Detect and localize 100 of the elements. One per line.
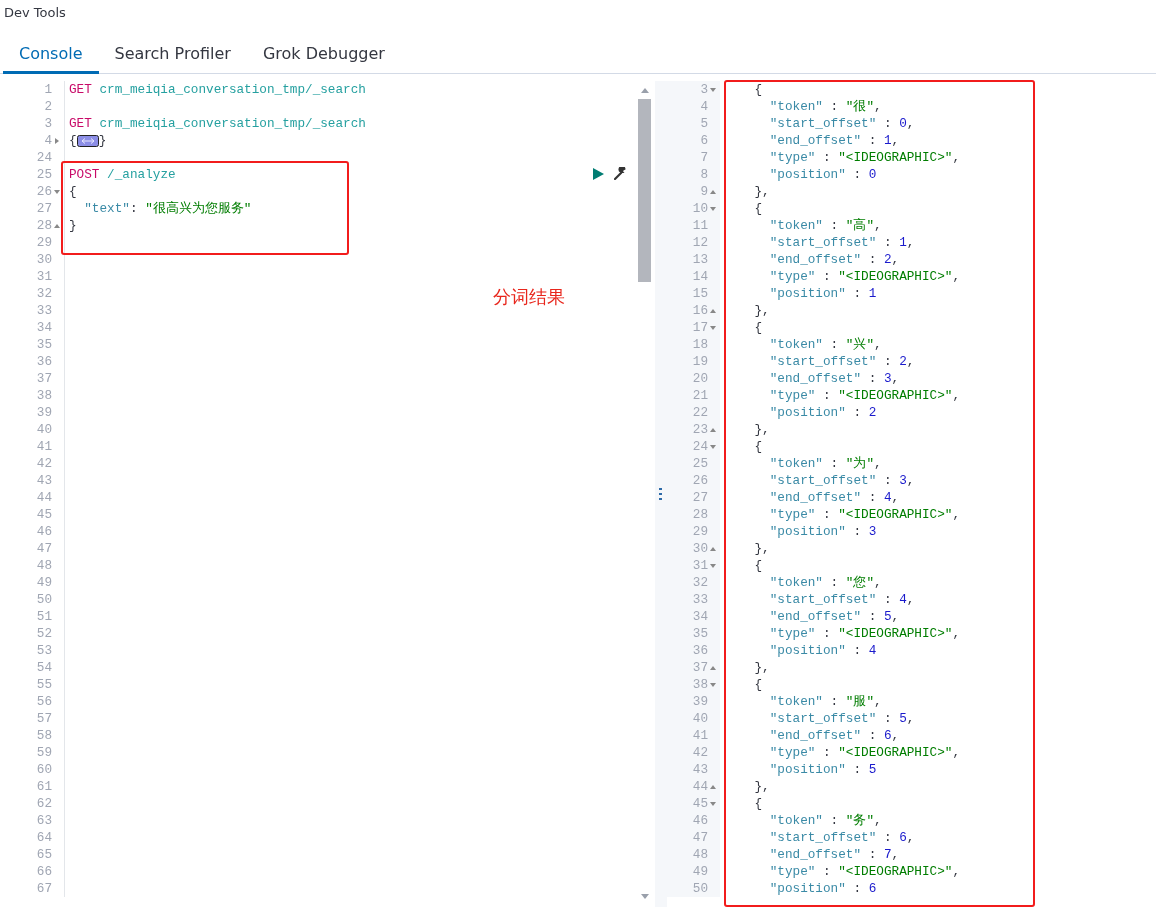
caret-icon[interactable]: [710, 87, 716, 92]
punctuation: ,: [952, 626, 961, 641]
line-number: 19: [692, 353, 708, 370]
punctuation: ,: [891, 847, 900, 862]
caret-icon[interactable]: [710, 427, 716, 432]
tab[interactable]: Search Profiler: [98, 24, 247, 74]
scroll-up-arrow-icon[interactable]: [641, 88, 649, 93]
caret-icon[interactable]: [55, 137, 59, 144]
caret-icon[interactable]: [710, 546, 716, 551]
request-path: /_analyze: [106, 167, 176, 182]
caret-icon[interactable]: [710, 801, 716, 806]
wrench-icon[interactable]: [614, 167, 627, 180]
brace: },: [753, 422, 770, 437]
tab[interactable]: Grok Debugger: [246, 24, 401, 74]
line-number: 29: [692, 523, 708, 540]
caret-icon[interactable]: [710, 325, 716, 330]
number-value: 5: [883, 609, 892, 624]
json-key: "text": [69, 201, 130, 216]
line-number: 36: [36, 353, 52, 370]
caret-icon[interactable]: [710, 784, 716, 789]
punctuation: :: [852, 286, 863, 301]
line-number: 11: [692, 217, 708, 234]
json-key: "position": [724, 405, 846, 420]
tab[interactable]: Console: [3, 24, 99, 74]
line-number: 49: [36, 574, 52, 591]
punctuation: :: [867, 490, 878, 505]
json-key: "start_offset": [724, 711, 877, 726]
punctuation: ,: [906, 592, 915, 607]
json-key: "start_offset": [724, 354, 877, 369]
caret-icon[interactable]: [54, 189, 60, 194]
line-number: 31: [692, 557, 708, 574]
punctuation: ,: [874, 813, 882, 828]
number-value: 4: [868, 643, 877, 658]
punctuation: :: [822, 269, 832, 284]
request-path: crm_meiqia_conversation_tmp/_search: [98, 82, 366, 97]
number-value: 5: [899, 711, 907, 726]
json-key: "token": [724, 99, 823, 114]
json-key: "token": [724, 813, 823, 828]
number-value: 4: [899, 592, 907, 607]
line-number: 55: [36, 676, 52, 693]
caret-icon[interactable]: [710, 308, 716, 313]
resize-handle-icon[interactable]: [659, 488, 662, 500]
number-value: 3: [883, 371, 892, 386]
punctuation: ,: [891, 728, 900, 743]
http-method: POST: [69, 167, 100, 182]
punctuation: :: [852, 881, 863, 896]
punctuation: :: [882, 473, 893, 488]
punctuation: :: [852, 405, 863, 420]
json-key: "position": [724, 167, 846, 182]
line-number: 36: [692, 642, 708, 659]
caret-icon[interactable]: [710, 206, 716, 211]
punctuation: ,: [906, 116, 915, 131]
line-number: 38: [36, 387, 52, 404]
punctuation: :: [867, 252, 878, 267]
scroll-down-arrow-icon[interactable]: [641, 894, 649, 899]
line-number: 13: [692, 251, 708, 268]
punctuation: ,: [952, 745, 961, 760]
caret-icon[interactable]: [710, 665, 716, 670]
punctuation: :: [829, 694, 840, 709]
json-key: "end_offset": [724, 728, 862, 743]
punctuation: :: [852, 524, 863, 539]
caret-icon[interactable]: [54, 223, 60, 228]
punctuation: :: [822, 864, 832, 879]
punctuation: :: [867, 133, 878, 148]
string-value: "您": [845, 575, 875, 590]
caret-icon[interactable]: [710, 189, 716, 194]
string-value: "<IDEOGRAPHIC>": [838, 150, 953, 165]
brace: },: [753, 184, 770, 199]
punctuation: :: [882, 354, 893, 369]
brace: {: [753, 82, 763, 97]
json-key: "token": [724, 575, 823, 590]
line-number: 35: [36, 336, 52, 353]
brace: }: [69, 218, 77, 233]
line-number: 37: [36, 370, 52, 387]
brace: },: [753, 303, 770, 318]
caret-icon[interactable]: [710, 563, 716, 568]
caret-icon[interactable]: [710, 682, 716, 687]
line-number: 7: [700, 149, 708, 166]
punctuation: ,: [891, 490, 900, 505]
json-key: "end_offset": [724, 609, 862, 624]
play-icon[interactable]: [593, 167, 604, 180]
string-value: "服": [845, 694, 875, 709]
brace: {: [753, 201, 763, 216]
line-number: 2: [44, 98, 52, 115]
line-number: 47: [692, 829, 708, 846]
scrollbar-thumb[interactable]: [638, 99, 651, 282]
line-number: 5: [700, 115, 708, 132]
punctuation: ,: [874, 337, 882, 352]
line-number: 1: [44, 81, 52, 98]
line-number: 4: [44, 132, 52, 149]
caret-icon[interactable]: [710, 444, 716, 449]
json-key: "start_offset": [724, 473, 877, 488]
line-number: 52: [36, 625, 52, 642]
punctuation: :: [822, 745, 832, 760]
number-value: 6: [883, 728, 892, 743]
brace: {: [753, 796, 763, 811]
json-key: "position": [724, 286, 846, 301]
line-number: 37: [692, 659, 708, 676]
line-number: 44: [36, 489, 52, 506]
number-value: 1: [899, 235, 907, 250]
